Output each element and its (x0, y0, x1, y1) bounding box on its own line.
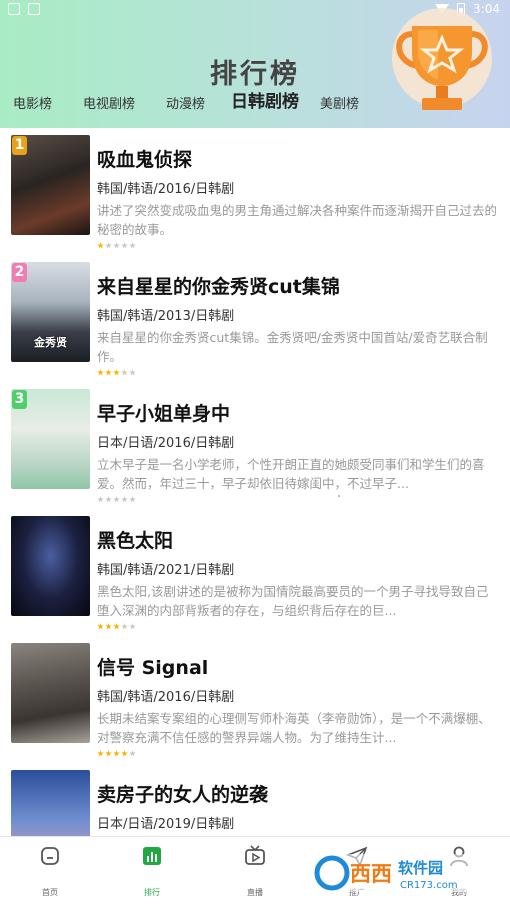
poster-image: 3 (11, 389, 90, 489)
star-icon (129, 369, 136, 376)
poster-image (11, 770, 90, 836)
nav-label: 排行 (144, 888, 160, 897)
item-description: 讲述了突然变成吸血鬼的男主角通过解决各种案件而逐渐揭开自己过去的秘密的故事。 (97, 203, 497, 237)
svg-text:软件园: 软件园 (398, 859, 443, 877)
rank-badge: 3 (12, 390, 27, 409)
rank-badge: 1 (12, 136, 27, 155)
star-rating (97, 242, 136, 249)
tab-jp-kr-drama[interactable]: 日韩剧榜 (231, 87, 299, 112)
star-icon (121, 369, 128, 376)
nav-home[interactable]: 首页 (20, 845, 80, 898)
nav-label: 首页 (42, 888, 58, 897)
tv-icon (245, 845, 265, 865)
notification-icon (8, 3, 20, 15)
list-item[interactable]: 信号 Signal 韩国/韩语/2016/日韩剧 长期未结案专案组的心理侧写师朴… (0, 636, 510, 763)
tab-movie[interactable]: 电影榜 (13, 93, 52, 112)
item-description: 来自星星的你金秀贤cut集锦。金秀贤吧/金秀贤中国首站/爱奇艺联合制作。 (97, 330, 488, 364)
star-icon (129, 496, 136, 503)
svg-text:CR173.com: CR173.com (400, 880, 458, 891)
item-title: 黑色太阳 (97, 530, 174, 552)
item-title: 吸血鬼侦探 (97, 149, 193, 171)
star-rating (97, 623, 136, 630)
notification-icon (28, 3, 40, 15)
poster-image: 2 金秀贤 (11, 262, 90, 362)
star-icon (97, 242, 104, 249)
star-rating (97, 750, 136, 757)
star-icon (129, 750, 136, 757)
item-meta: 韩国/韩语/2016/日韩剧 (97, 690, 235, 705)
poster-image: 1 (11, 135, 90, 235)
divider-dot (338, 495, 340, 497)
tab-tv-series[interactable]: 电视剧榜 (83, 93, 135, 112)
star-icon (105, 750, 112, 757)
watermark-logo: 西西 软件园 CR173.com (312, 854, 492, 892)
trophy-icon (392, 8, 492, 110)
poster-caption: 金秀贤 (34, 336, 67, 349)
star-icon (129, 623, 136, 630)
star-icon (97, 369, 104, 376)
item-meta: 韩国/韩语/2016/日韩剧 (97, 182, 235, 197)
list-item[interactable]: 3 早子小姐单身中 日本/日语/2016/日韩剧 立木早子是一名小学老师，个性开… (0, 382, 510, 509)
list-item[interactable]: 黑色太阳 韩国/韩语/2021/日韩剧 黑色太阳,该剧讲述的是被称为国情院最高要… (0, 509, 510, 636)
item-meta: 韩国/韩语/2021/日韩剧 (97, 563, 235, 578)
rank-badge: 2 (12, 263, 27, 282)
item-meta: 韩国/韩语/2013/日韩剧 (97, 309, 235, 324)
home-icon (41, 847, 59, 865)
item-title: 信号 Signal (97, 657, 209, 679)
star-icon (121, 496, 128, 503)
poster-image (11, 516, 90, 616)
item-description: 长期未结案专案组的心理侧写师朴海英（李帝勋饰），是一个不满爆棚、对警察充满不信任… (97, 711, 491, 745)
star-icon (113, 369, 120, 376)
nav-ranking[interactable]: 排行 (122, 845, 182, 898)
item-title: 卖房子的女人的逆袭 (97, 784, 269, 806)
star-icon (113, 750, 120, 757)
star-icon (97, 623, 104, 630)
star-icon (105, 623, 112, 630)
item-meta: 日本/日语/2016/日韩剧 (97, 436, 235, 451)
ranking-icon (143, 847, 161, 865)
star-rating (97, 496, 136, 503)
list-item[interactable]: 1 吸血鬼侦探 韩国/韩语/2016/日韩剧 讲述了突然变成吸血鬼的男主角通过解… (0, 128, 510, 255)
star-icon (105, 369, 112, 376)
list-item[interactable]: 卖房子的女人的逆袭 日本/日语/2019/日韩剧 (0, 763, 510, 836)
star-icon (113, 242, 120, 249)
item-title: 早子小姐单身中 (97, 403, 231, 425)
svg-text:西西: 西西 (350, 862, 392, 886)
category-tabs: 电影榜 电视剧榜 动漫榜 日韩剧榜 美剧榜 (0, 86, 400, 112)
star-icon (121, 242, 128, 249)
star-icon (121, 623, 128, 630)
list-item[interactable]: 2 金秀贤 来自星星的你金秀贤cut集锦 韩国/韩语/2013/日韩剧 来自星星… (0, 255, 510, 382)
star-icon (97, 750, 104, 757)
item-title: 来自星星的你金秀贤cut集锦 (97, 276, 340, 298)
item-description: 黑色太阳,该剧讲述的是被称为国情院最高要员的一个男子寻找导致自己堕入深渊的内部背… (97, 584, 489, 618)
star-icon (97, 496, 104, 503)
tab-anime[interactable]: 动漫榜 (166, 93, 205, 112)
nav-live[interactable]: 直播 (225, 845, 285, 898)
star-icon (113, 496, 120, 503)
star-rating (97, 369, 136, 376)
ranking-list: 1 吸血鬼侦探 韩国/韩语/2016/日韩剧 讲述了突然变成吸血鬼的男主角通过解… (0, 128, 510, 836)
item-description: 立木早子是一名小学老师，个性开朗正直的她颇受同事们和学生们的喜爱。然而，年过三十… (97, 457, 485, 491)
star-icon (121, 750, 128, 757)
star-icon (105, 242, 112, 249)
nav-label: 直播 (247, 888, 263, 897)
item-meta: 日本/日语/2019/日韩剧 (97, 817, 235, 832)
poster-image (11, 643, 90, 743)
star-icon (129, 242, 136, 249)
tab-us-drama[interactable]: 美剧榜 (320, 93, 359, 112)
star-icon (105, 496, 112, 503)
star-icon (113, 623, 120, 630)
header: 3:04 排行榜 电影榜 电视剧榜 动漫榜 日韩剧榜 美剧榜 (0, 0, 510, 128)
